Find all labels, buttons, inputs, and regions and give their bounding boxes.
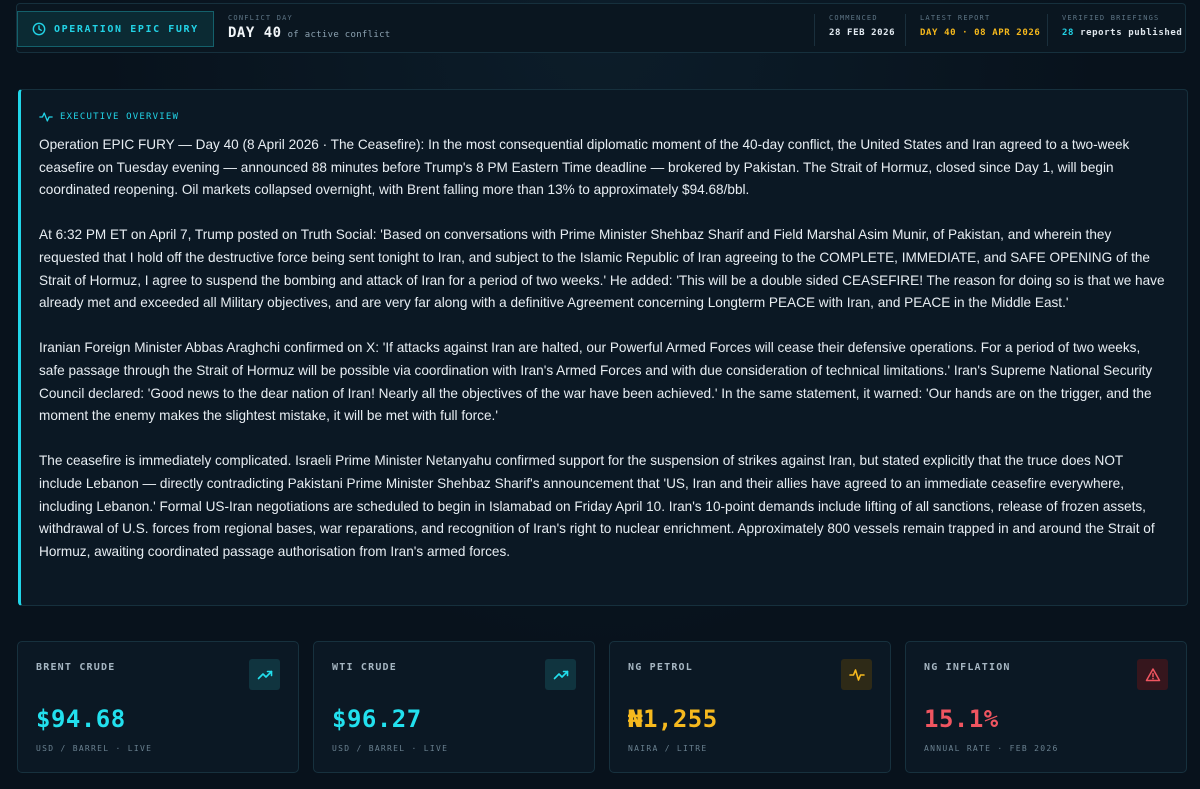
card-icon-box: [1137, 659, 1168, 690]
card-subtitle: ANNUAL RATE · FEB 2026: [924, 744, 1059, 753]
card-subtitle: NAIRA / LITRE: [628, 744, 708, 753]
alert-triangle-icon: [1145, 667, 1160, 681]
wti-crude-card: WTI CRUDE $96.27 USD / BARREL · LIVE: [313, 641, 595, 773]
overview-header: EXECUTIVE OVERVIEW: [39, 111, 1169, 123]
executive-overview-panel: EXECUTIVE OVERVIEW Operation EPIC FURY —…: [18, 89, 1188, 606]
top-status-bar: OPERATION EPIC FURY CONFLICT DAY DAY 40 …: [16, 3, 1186, 53]
commenced-stat: COMMENCED 28 FEB 2026: [814, 14, 895, 46]
commenced-value: 28 FEB 2026: [829, 28, 896, 38]
card-subtitle: USD / BARREL · LIVE: [36, 744, 153, 753]
verified-briefings-stat: VERIFIED BRIEFINGS 28 reports published: [1047, 14, 1182, 46]
latest-report-stat: LATEST REPORT DAY 40 · 08 APR 2026: [905, 14, 1040, 46]
card-label: NG PETROL: [628, 662, 693, 673]
verified-briefings-label: VERIFIED BRIEFINGS: [1062, 14, 1160, 22]
latest-report-label: LATEST REPORT: [920, 14, 991, 22]
operation-label: OPERATION EPIC FURY: [54, 23, 199, 35]
activity-icon: [39, 112, 53, 122]
ng-inflation-card: NG INFLATION 15.1% ANNUAL RATE · FEB 202…: [905, 641, 1187, 773]
overview-paragraph: Iranian Foreign Minister Abbas Araghchi …: [39, 340, 1153, 424]
card-label: WTI CRUDE: [332, 662, 397, 673]
card-value: $96.27: [332, 705, 422, 733]
card-subtitle: USD / BARREL · LIVE: [332, 744, 449, 753]
verified-briefings-suffix: reports published: [1080, 28, 1183, 38]
overview-paragraph: Operation EPIC FURY — Day 40 (8 April 20…: [39, 137, 1130, 198]
card-icon-box: [841, 659, 872, 690]
latest-report-value: DAY 40 · 08 APR 2026: [920, 28, 1041, 38]
conflict-day-block: CONFLICT DAY DAY 40 of active conflict: [228, 14, 391, 41]
card-icon-box: [545, 659, 576, 690]
card-value: 15.1%: [924, 705, 999, 733]
conflict-day-suffix: of active conflict: [287, 30, 391, 40]
ng-petrol-card: NG PETROL ₦1,255 NAIRA / LITRE: [609, 641, 891, 773]
card-value: $94.68: [36, 705, 126, 733]
overview-paragraph: At 6:32 PM ET on April 7, Trump posted o…: [39, 227, 1165, 311]
conflict-day-label: CONFLICT DAY: [228, 14, 293, 22]
trending-up-icon: [553, 670, 568, 679]
verified-briefings-count: 28: [1062, 28, 1075, 38]
overview-body: Operation EPIC FURY — Day 40 (8 April 20…: [39, 134, 1169, 563]
pulse-icon: [848, 668, 865, 681]
card-value: ₦1,255: [628, 705, 718, 733]
card-label: NG INFLATION: [924, 662, 1011, 673]
conflict-day-value: DAY 40: [228, 25, 282, 41]
commenced-label: COMMENCED: [829, 14, 878, 22]
overview-paragraph: The ceasefire is immediately complicated…: [39, 453, 1155, 559]
brent-crude-card: BRENT CRUDE $94.68 USD / BARREL · LIVE: [17, 641, 299, 773]
card-label: BRENT CRUDE: [36, 662, 116, 673]
operation-badge: OPERATION EPIC FURY: [17, 11, 214, 47]
trending-up-icon: [257, 670, 272, 679]
overview-title: EXECUTIVE OVERVIEW: [60, 112, 180, 122]
card-icon-box: [249, 659, 280, 690]
clock-icon: [32, 22, 46, 36]
